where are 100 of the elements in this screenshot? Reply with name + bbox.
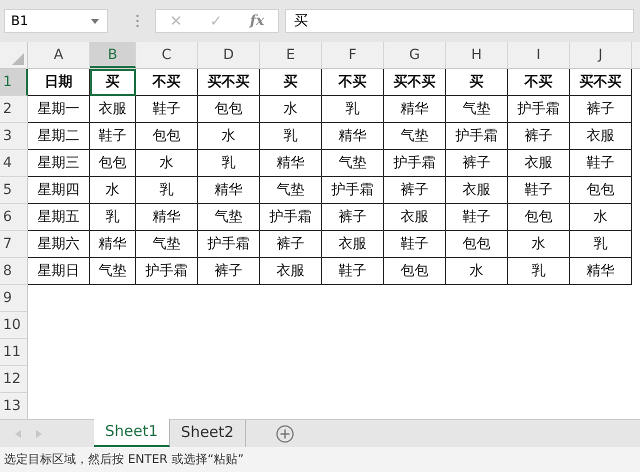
table-cell: 护手霜 xyxy=(260,204,322,231)
table-cell: 裤子 xyxy=(570,96,632,123)
table-cell: 精华 xyxy=(570,258,632,285)
grip-icon xyxy=(136,14,139,28)
table-cell: 买不买 xyxy=(570,69,632,96)
row-header[interactable]: 4 xyxy=(0,150,28,177)
table-cell: 精华 xyxy=(322,123,384,150)
table-cell: 乳 xyxy=(570,231,632,258)
table-cell: 护手霜 xyxy=(198,231,260,258)
table-cell: 包包 xyxy=(198,96,260,123)
table-cell: 衣服 xyxy=(90,96,136,123)
table-cell: 气垫 xyxy=(446,96,508,123)
table-cell: 水 xyxy=(90,177,136,204)
sheet-tab[interactable]: Sheet1 xyxy=(94,419,170,447)
table-cell: 鞋子 xyxy=(136,96,198,123)
row-header[interactable]: 6 xyxy=(0,204,28,231)
table-cell: 水 xyxy=(136,150,198,177)
column-header[interactable]: I xyxy=(508,42,570,68)
table-cell: 鞋子 xyxy=(322,258,384,285)
name-box[interactable]: B1 xyxy=(4,9,108,33)
table-cell: 包包 xyxy=(508,204,570,231)
table-cell: 鞋子 xyxy=(90,123,136,150)
row-header[interactable]: 7 xyxy=(0,231,28,258)
table-cell: 衣服 xyxy=(446,177,508,204)
table-cell: 精华 xyxy=(136,204,198,231)
table-cell: 包包 xyxy=(136,123,198,150)
table-cell: 水 xyxy=(508,231,570,258)
table-cell: 水 xyxy=(260,96,322,123)
table-cell: 买 xyxy=(260,69,322,96)
row-header[interactable]: 3 xyxy=(0,123,28,150)
table-cell: 包包 xyxy=(384,258,446,285)
row-header[interactable]: 13 xyxy=(0,393,28,419)
table-cell: 衣服 xyxy=(384,204,446,231)
table-cell: 不买 xyxy=(508,69,570,96)
table-cell: 气垫 xyxy=(260,177,322,204)
table-cell: 鞋子 xyxy=(384,231,446,258)
table-cell: 买 xyxy=(90,69,136,96)
table-cell: 星期六 xyxy=(28,231,90,258)
table-cell: 裤子 xyxy=(446,150,508,177)
table-cell: 护手霜 xyxy=(322,177,384,204)
row-header[interactable]: 2 xyxy=(0,96,28,123)
table-cell: 买不买 xyxy=(384,69,446,96)
column-header[interactable]: G xyxy=(384,42,446,68)
table-cell: 护手霜 xyxy=(508,96,570,123)
table-cell: 买 xyxy=(446,69,508,96)
column-header[interactable]: B xyxy=(90,42,136,68)
table-cell: 不买 xyxy=(322,69,384,96)
row-header[interactable]: 1 xyxy=(0,69,28,96)
table-cell: 衣服 xyxy=(260,258,322,285)
table-cell: 星期一 xyxy=(28,96,90,123)
table-cell: 衣服 xyxy=(570,123,632,150)
table-cell: 气垫 xyxy=(136,231,198,258)
column-header[interactable]: E xyxy=(260,42,322,68)
row-header[interactable]: 8 xyxy=(0,258,28,285)
table-cell: 衣服 xyxy=(322,231,384,258)
table-cell: 气垫 xyxy=(322,150,384,177)
table-cell: 精华 xyxy=(260,150,322,177)
table-cell: 乳 xyxy=(136,177,198,204)
table-cell: 护手霜 xyxy=(136,258,198,285)
table-cell: 乳 xyxy=(322,96,384,123)
table-cell: 不买 xyxy=(136,69,198,96)
row-header[interactable]: 12 xyxy=(0,366,28,393)
table-cell: 裤子 xyxy=(260,231,322,258)
table-cell: 乳 xyxy=(508,258,570,285)
previous-sheet-icon[interactable] xyxy=(15,430,21,438)
table-cell: 气垫 xyxy=(90,258,136,285)
formula-input[interactable]: 买 xyxy=(285,9,634,33)
table-cell: 星期三 xyxy=(28,150,90,177)
table-cell: 乳 xyxy=(198,150,260,177)
table-cell: 鞋子 xyxy=(570,150,632,177)
table-cell: 星期二 xyxy=(28,123,90,150)
table-cell: 护手霜 xyxy=(446,123,508,150)
row-header[interactable]: 10 xyxy=(0,312,28,339)
table-cell: 护手霜 xyxy=(384,150,446,177)
column-header[interactable]: J xyxy=(570,42,632,68)
table-cell: 精华 xyxy=(90,231,136,258)
table-cell: 包包 xyxy=(446,231,508,258)
table-cell: 精华 xyxy=(198,177,260,204)
column-header[interactable]: C xyxy=(136,42,198,68)
row-header[interactable]: 11 xyxy=(0,339,28,366)
table-cell: 精华 xyxy=(384,96,446,123)
table-cell: 星期五 xyxy=(28,204,90,231)
table-cell: 水 xyxy=(570,204,632,231)
insert-function-button[interactable]: fx xyxy=(250,13,264,29)
column-header[interactable]: F xyxy=(322,42,384,68)
row-header[interactable]: 5 xyxy=(0,177,28,204)
table-cell: 鞋子 xyxy=(508,177,570,204)
table-cell: 买不买 xyxy=(198,69,260,96)
row-header[interactable]: 9 xyxy=(0,285,28,312)
next-sheet-icon[interactable] xyxy=(36,430,42,438)
table-cell: 裤子 xyxy=(508,123,570,150)
table-cell: 日期 xyxy=(28,69,90,96)
column-header[interactable]: H xyxy=(446,42,508,68)
table-cell: 包包 xyxy=(570,177,632,204)
table-cell: 气垫 xyxy=(384,123,446,150)
table-cell: 星期日 xyxy=(28,258,90,285)
add-sheet-icon[interactable] xyxy=(276,424,294,442)
table-cell: 水 xyxy=(198,123,260,150)
select-all-icon[interactable] xyxy=(12,53,24,65)
column-header[interactable]: D xyxy=(198,42,260,68)
